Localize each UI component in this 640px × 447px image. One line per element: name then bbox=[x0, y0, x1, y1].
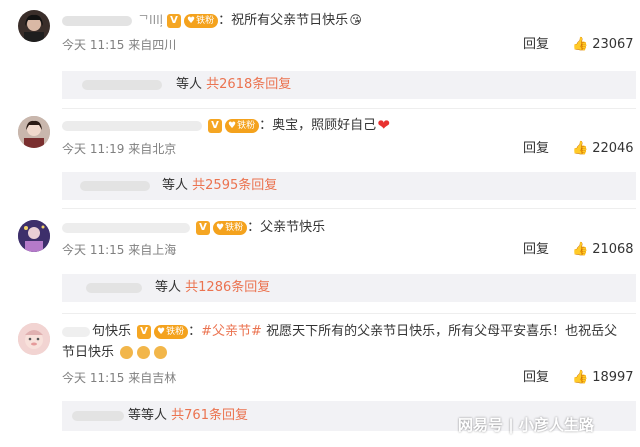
comment-text: 祝所有父亲节日快乐 bbox=[231, 13, 349, 28]
comment-text: 父亲节快乐 bbox=[260, 220, 326, 235]
sub-username-blurred bbox=[86, 283, 142, 293]
avatar[interactable] bbox=[18, 10, 50, 42]
like-count: 21068 bbox=[592, 242, 634, 257]
comment-line: ᄀIIIļ V ♥铁粉 ：祝所有父亲节日快乐😘 bbox=[62, 11, 363, 30]
comment-text: 祝愿天下所有的父亲节日快乐，所有父母平安喜乐！也祝岳父 bbox=[266, 324, 618, 339]
reply-button[interactable]: 回复 bbox=[523, 370, 549, 386]
reply-button[interactable]: 回复 bbox=[523, 141, 549, 157]
hashtag-link[interactable]: #父亲节# bbox=[201, 324, 262, 339]
heart-icon: ♥ bbox=[228, 120, 237, 131]
red-heart-icon: ❤ bbox=[377, 116, 390, 134]
comment-line-continued: 节日快乐 bbox=[62, 344, 168, 362]
comment-meta: 今天 11:15 来自四川 bbox=[62, 38, 176, 52]
comment-meta: 今天 11:15 来自吉林 bbox=[62, 371, 176, 385]
like-button[interactable]: 👍 23067 bbox=[572, 37, 634, 53]
comment-meta: 今天 11:19 来自北京 bbox=[62, 142, 176, 156]
verified-v-icon: V bbox=[137, 324, 152, 339]
sub-total-link[interactable]: 共761条回复 bbox=[171, 408, 248, 423]
comment-time: 今天 11:15 bbox=[62, 371, 125, 385]
heart-icon: ♥ bbox=[187, 15, 196, 26]
avatar[interactable] bbox=[18, 323, 50, 355]
verified-v-icon: V bbox=[196, 220, 210, 235]
sub-people: 等等人 bbox=[128, 408, 168, 423]
kiss-emoji-icon: 😘 bbox=[349, 13, 362, 27]
fan-badge[interactable]: ♥铁粉 bbox=[213, 220, 248, 235]
comment-meta: 今天 11:15 来自上海 bbox=[62, 243, 176, 257]
comment-line: V ♥铁粉 ：奥宝，照顾好自己❤ bbox=[62, 117, 391, 135]
comment-location: 来自上海 bbox=[128, 243, 177, 257]
sub-username-blurred bbox=[72, 411, 124, 421]
username-partial[interactable]: 句快乐 bbox=[92, 324, 131, 339]
avatar-image bbox=[18, 116, 50, 148]
avatar-image bbox=[18, 220, 50, 252]
comment-time: 今天 11:19 bbox=[62, 142, 125, 156]
sub-username-blurred bbox=[80, 181, 150, 191]
username-blurred[interactable] bbox=[62, 120, 202, 131]
sub-total-link[interactable]: 共2595条回复 bbox=[192, 178, 277, 193]
comment-text: 奥宝，照顾好自己 bbox=[272, 118, 377, 133]
reply-button[interactable]: 回复 bbox=[523, 37, 549, 53]
heart-face-emoji-icon bbox=[154, 346, 168, 359]
heart-face-emoji-icon bbox=[137, 346, 151, 359]
reply-button[interactable]: 回复 bbox=[523, 242, 549, 258]
thumb-up-icon: 👍 bbox=[572, 370, 589, 385]
username-blurred[interactable] bbox=[62, 15, 132, 26]
sub-total-link[interactable]: 共1286条回复 bbox=[185, 280, 270, 295]
divider bbox=[62, 208, 636, 209]
comment-time: 今天 11:15 bbox=[62, 243, 125, 257]
username-blurred[interactable] bbox=[62, 222, 190, 233]
sub-replies-box[interactable]: 等人 共1286条回复 bbox=[62, 274, 636, 302]
username-blurred[interactable] bbox=[62, 326, 90, 337]
fan-badge[interactable]: ♥铁粉 bbox=[184, 13, 219, 28]
comment-text-continued: 节日快乐 bbox=[62, 345, 115, 360]
like-count: 22046 bbox=[592, 141, 634, 156]
sub-replies-box[interactable]: 等人 共2618条回复 bbox=[62, 71, 636, 99]
sub-people: 等人 bbox=[162, 178, 189, 193]
like-button[interactable]: 👍 21068 bbox=[572, 242, 634, 258]
like-button[interactable]: 👍 22046 bbox=[572, 141, 634, 157]
sub-username-blurred bbox=[82, 80, 162, 90]
sub-replies-box[interactable]: 等人 共2595条回复 bbox=[62, 172, 636, 200]
heart-icon: ♥ bbox=[216, 222, 225, 233]
like-count: 23067 bbox=[592, 37, 634, 52]
avatar[interactable] bbox=[18, 116, 50, 148]
divider bbox=[62, 108, 636, 109]
sub-people: 等人 bbox=[176, 77, 203, 92]
avatar-image bbox=[24, 14, 44, 42]
comment-location: 来自四川 bbox=[128, 38, 177, 52]
verified-v-icon: V bbox=[167, 13, 181, 28]
thumb-up-icon: 👍 bbox=[572, 37, 589, 52]
avatar-image bbox=[18, 323, 50, 355]
sub-people: 等人 bbox=[155, 280, 182, 295]
like-count: 18997 bbox=[592, 370, 634, 385]
heart-icon: ♥ bbox=[157, 326, 166, 337]
verified-v-icon: V bbox=[208, 118, 222, 133]
comment-time: 今天 11:15 bbox=[62, 38, 125, 52]
sub-total-link[interactable]: 共2618条回复 bbox=[206, 77, 291, 92]
thumb-up-icon: 👍 bbox=[572, 242, 589, 257]
heart-face-emoji-icon bbox=[120, 346, 134, 359]
like-button[interactable]: 👍 18997 bbox=[572, 370, 634, 386]
watermark: 网易号 | 小彦人生路 bbox=[458, 416, 594, 434]
thumb-up-icon: 👍 bbox=[572, 141, 589, 156]
comment-location: 来自吉林 bbox=[128, 371, 177, 385]
divider bbox=[62, 313, 636, 314]
fan-badge[interactable]: ♥铁粉 bbox=[154, 324, 189, 339]
avatar[interactable] bbox=[18, 220, 50, 252]
fan-badge[interactable]: ♥铁粉 bbox=[225, 118, 260, 133]
emoji-row bbox=[116, 345, 168, 360]
username-partial[interactable]: ᄀIIIļ bbox=[138, 13, 163, 27]
comment-line: V ♥铁粉 ：父亲节快乐 bbox=[62, 219, 325, 237]
comment-location: 来自北京 bbox=[128, 142, 177, 156]
comment-line: 句快乐 V ♥铁粉 ：#父亲节# 祝愿天下所有的父亲节日快乐，所有父母平安喜乐！也祝岳… bbox=[62, 323, 617, 341]
